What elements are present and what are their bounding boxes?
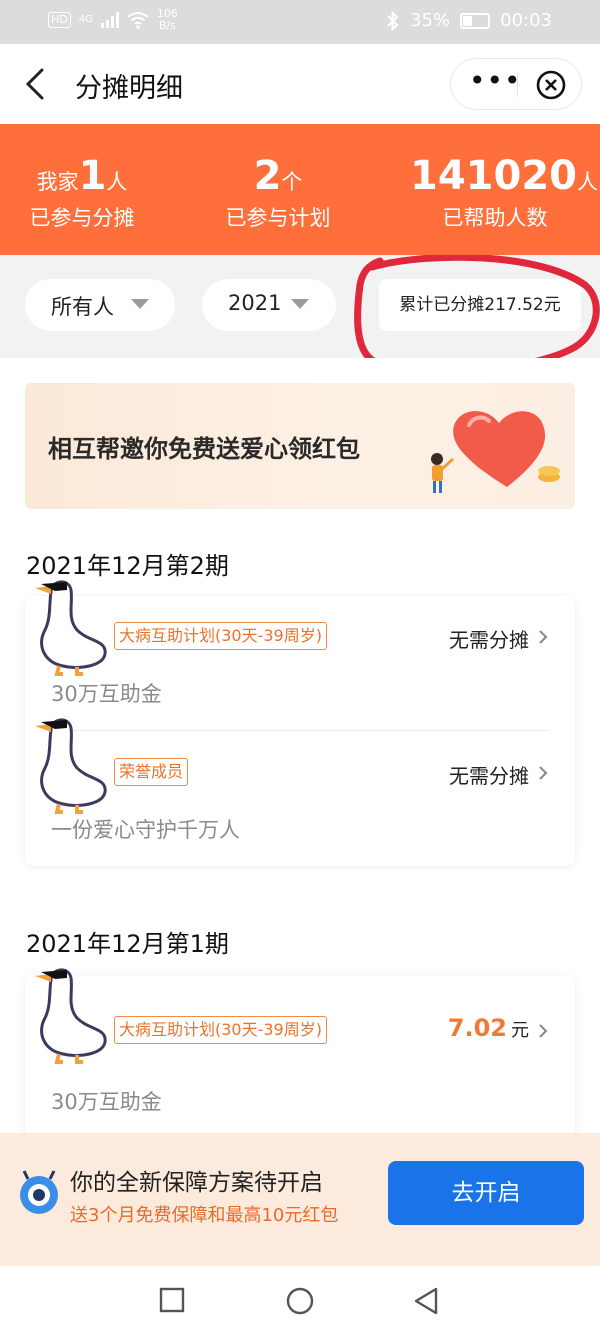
stat-helped: 141020人 已帮助人数 [410,153,598,230]
goose-avatar-icon [35,718,107,814]
period-title: 2021年12月第1期 [26,930,229,958]
caret-down-icon [291,299,309,309]
back-arrow-icon[interactable] [22,66,52,102]
member-tag: 荣誉成员 [114,758,189,786]
share-status: 无需分摊 [449,628,529,652]
battery-icon [460,12,491,29]
net-speed: 106 B/s [156,7,178,32]
share-status: 无需分摊 [449,764,529,788]
chevron-right-icon [539,766,548,780]
signal-icon [100,12,119,28]
total-shared-amount: 累计已分摊217.52元 [379,279,581,331]
share-amount: 7.02 元 [447,1014,529,1042]
chevron-right-icon [539,1024,548,1038]
mascot-icon [20,1170,58,1214]
list-item[interactable]: 荣誉成员 无需分摊 一份爱心守护千万人 [25,718,575,866]
item-subtitle: 一份爱心守护千万人 [51,818,240,842]
clock: 00:03 [500,10,552,31]
banner-text: 相互帮邀你免费送爱心领红包 [48,435,360,463]
bluetooth-icon [387,10,399,31]
list-item[interactable]: 大病互助计划(30天-39周岁) 7.02 元 30万互助金 [25,968,575,1126]
nav-bar: 分摊明细 ••• [0,44,600,124]
home-circle-icon[interactable] [285,1286,315,1316]
open-plan-button[interactable]: 去开启 [388,1161,584,1225]
close-icon[interactable] [535,69,567,101]
item-subtitle: 30万互助金 [51,1090,162,1114]
chevron-right-icon [539,630,548,644]
status-bar: HD 4G 106 B/s 35% 00:03 [0,0,600,44]
stats-band: 我家1人 已参与分摊 2个 已参与计划 141020人 已帮助人数 [0,124,600,255]
system-nav-bar [0,1266,600,1333]
battery-percent: 35% [410,10,451,31]
promo-title: 你的全新保障方案待开启 [70,1170,323,1196]
period-card: 大病互助计划(30天-39周岁) 7.02 元 30万互助金 [25,968,575,1146]
person-filter-dropdown[interactable]: 所有人 [25,279,175,331]
period-card: 大病互助计划(30天-39周岁) 无需分摊 30万互助金 荣誉成员 无需分摊 一… [25,580,575,866]
caret-down-icon [131,299,149,309]
plan-tag: 大病互助计划(30天-39周岁) [114,622,327,650]
page-title: 分摊明细 [75,73,183,104]
promo-bar: 你的全新保障方案待开启 送3个月免费保障和最高10元红包 去开启 [0,1133,600,1266]
heart-illustration [431,411,560,493]
stat-plans-label: 已参与计划 [225,206,331,230]
capsule-divider [517,73,518,97]
goose-avatar-icon [35,968,107,1064]
stat-family-label: 已参与分摊 [29,206,135,230]
filter-row: 所有人 2021 累计已分摊217.52元 [0,255,600,375]
year-filter-dropdown[interactable]: 2021 [202,279,336,331]
promo-subtitle: 送3个月免费保障和最高10元红包 [70,1205,339,1226]
row-divider [49,730,549,731]
hd-indicator: HD [48,12,71,28]
item-subtitle: 30万互助金 [51,682,162,706]
more-icon[interactable]: ••• [469,67,521,99]
stat-plans: 2个 已参与计划 [218,152,338,232]
signal-label: 4G [78,14,93,25]
wifi-icon [127,12,149,29]
stat-family: 我家1人 已参与分摊 [26,152,138,232]
mini-program-capsule: ••• [450,58,582,110]
invite-banner[interactable]: 相互帮邀你免费送爱心领红包 [25,383,575,509]
content-area: 相互帮邀你免费送爱心领红包 2021年12月第2期 大病互助计划(30天-39周… [0,358,600,1146]
recents-square-icon[interactable] [158,1286,186,1314]
goose-avatar-icon [35,580,107,676]
stat-helped-label: 已帮助人数 [442,206,548,230]
plan-tag: 大病互助计划(30天-39周岁) [114,1016,327,1044]
back-triangle-icon[interactable] [412,1286,440,1316]
